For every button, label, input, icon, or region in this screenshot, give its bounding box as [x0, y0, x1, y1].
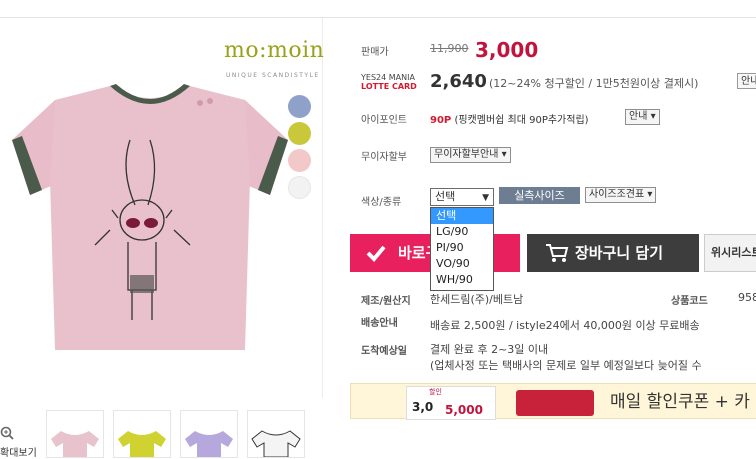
size-chart-label: 사이즈조견표 — [589, 189, 645, 200]
color-swatch-yellow[interactable] — [288, 122, 311, 145]
brand-tagline: UNIQUE SCANDISTYLE — [226, 72, 320, 79]
ipoint-value: 90P — [430, 115, 452, 126]
option-dropdown-list: 선택 LG/90 PI/90 VO/90 WH/90 — [430, 207, 494, 291]
wishlist-button[interactable]: 위시리스트 — [704, 234, 756, 272]
ipoint-value-row: 90P (핑캣멤버쉽 최대 90P추가적립) — [430, 111, 589, 126]
lotte-card-logo: YES24 MANIA LOTTE CARD — [361, 73, 425, 91]
card-line2: LOTTE CARD — [361, 82, 417, 91]
shipping-label: 배송안내 — [361, 318, 398, 329]
thumbnail-violet[interactable] — [180, 410, 238, 458]
arrival-value: 결제 완료 후 2~3일 이내 — [430, 343, 549, 356]
installment-label: 무이자할부 — [361, 152, 407, 163]
color-swatch-blue[interactable] — [288, 95, 311, 118]
card-discount-note: (12~24% 청구할인 / 1만5천원이상 결제시) — [489, 77, 699, 90]
chevron-down-icon: ▾ — [650, 111, 656, 122]
column-divider — [322, 18, 323, 398]
option-label: 색상/종류 — [361, 197, 402, 208]
maker-label: 제조/원산지 — [361, 296, 411, 307]
top-divider — [0, 17, 756, 18]
option-item[interactable]: LG/90 — [431, 224, 493, 240]
option-item[interactable]: PI/90 — [431, 240, 493, 256]
arrival-note: (업체사정 또는 택배사의 문제로 일부 예정일보다 늦어질 수 — [430, 359, 702, 372]
zoom-label[interactable]: 확대보기 — [0, 444, 37, 459]
brand-logo: mo:moin — [224, 38, 325, 63]
color-swatch-white[interactable] — [288, 176, 311, 199]
option-item[interactable]: WH/90 — [431, 272, 493, 288]
add-to-cart-button[interactable]: 장바구니 담기 — [527, 234, 699, 272]
check-icon — [366, 245, 386, 262]
coupon-small-text: 할인 — [429, 388, 442, 396]
size-chart-button[interactable]: 사이즈조견표 ▾ — [585, 187, 657, 203]
option-selected-value: 선택 — [435, 190, 456, 203]
banner-text: 매일 할인쿠폰 + 카 — [610, 392, 750, 412]
option-select[interactable]: 선택 ▼ — [430, 188, 494, 206]
thumbnail-yellow[interactable] — [113, 410, 171, 458]
thumbnail-pink[interactable] — [46, 410, 104, 458]
card-info-button[interactable]: 안내 — [737, 73, 756, 89]
ipoint-note: (핑캣멤버쉽 최대 90P추가적립) — [454, 115, 589, 126]
chevron-down-icon: ▾ — [501, 149, 507, 160]
cart-icon — [546, 244, 569, 262]
product-code-label: 상품코드 — [671, 296, 708, 307]
installment-button-label: 무이자할부안내 — [434, 149, 499, 160]
sale-price: 3,000 — [475, 38, 539, 62]
maker-value: 한세드림(주)/베트남 — [430, 293, 524, 306]
add-to-cart-label: 장바구니 담기 — [575, 244, 664, 262]
thumbnail-white[interactable] — [247, 410, 305, 458]
ipoint-info-label: 안내 — [629, 111, 648, 122]
measured-size-button[interactable]: 실측사이즈 — [499, 187, 580, 204]
coupon-graphic: 할인 3,0 5,000 — [406, 386, 496, 420]
installment-info-button[interactable]: 무이자할부안내 ▾ — [430, 147, 511, 163]
original-price: 11,900 — [430, 42, 469, 55]
ipoint-info-button[interactable]: 안내 ▾ — [625, 109, 660, 125]
coupon-value-1: 3,0 — [412, 400, 434, 414]
dropdown-arrow-icon: ▼ — [482, 193, 489, 203]
product-image[interactable] — [0, 30, 320, 375]
card-image — [516, 390, 594, 416]
arrival-label: 도착예상일 — [361, 346, 407, 357]
ipoint-label: 아이포인트 — [361, 115, 407, 126]
tshirt-illustration — [12, 84, 288, 350]
option-item[interactable]: 선택 — [431, 208, 493, 224]
color-swatch-pink[interactable] — [288, 149, 311, 172]
price-label: 판매가 — [361, 47, 389, 58]
coupon-value-2: 5,000 — [445, 403, 483, 417]
option-item[interactable]: VO/90 — [431, 256, 493, 272]
shipping-value: 배송료 2,500원 / istyle24에서 40,000원 이상 무료배송 — [430, 319, 700, 332]
product-code-value: 958 — [738, 291, 756, 304]
zoom-icon[interactable] — [0, 426, 14, 440]
card-line1: YES24 MANIA — [361, 73, 415, 82]
chevron-down-icon: ▾ — [647, 189, 653, 200]
card-price: 2,640 — [430, 71, 487, 92]
